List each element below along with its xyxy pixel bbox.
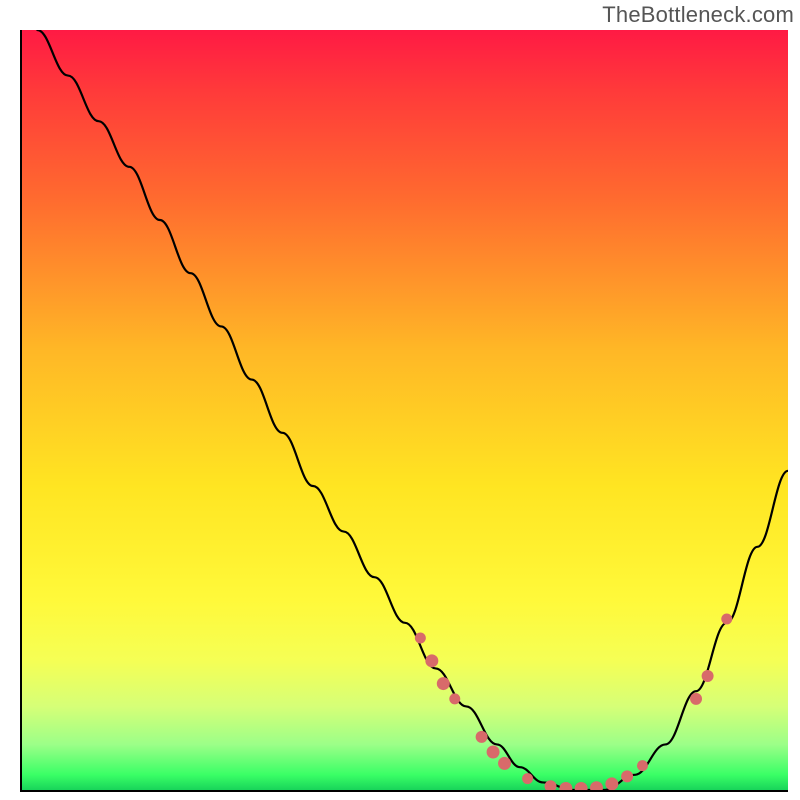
bottleneck-curve-svg: [22, 30, 788, 790]
curve-marker: [437, 677, 450, 690]
curve-marker: [449, 693, 460, 704]
curve-marker: [415, 633, 426, 644]
watermark-text: TheBottleneck.com: [602, 2, 794, 28]
curve-marker: [637, 760, 648, 771]
marker-group: [415, 613, 732, 790]
plot-area: [20, 30, 788, 792]
curve-marker: [487, 746, 500, 759]
curve-marker: [498, 757, 511, 770]
curve-marker: [702, 670, 714, 682]
bottleneck-curve: [37, 30, 788, 790]
chart-container: TheBottleneck.com: [0, 0, 800, 800]
curve-marker: [721, 613, 732, 624]
curve-marker: [575, 782, 588, 790]
curve-marker: [476, 731, 488, 743]
curve-marker: [425, 654, 438, 667]
curve-marker: [605, 777, 618, 790]
curve-marker: [522, 773, 533, 784]
curve-marker: [621, 770, 633, 782]
curve-marker: [559, 782, 572, 790]
curve-marker: [590, 781, 603, 790]
curve-marker: [690, 693, 702, 705]
